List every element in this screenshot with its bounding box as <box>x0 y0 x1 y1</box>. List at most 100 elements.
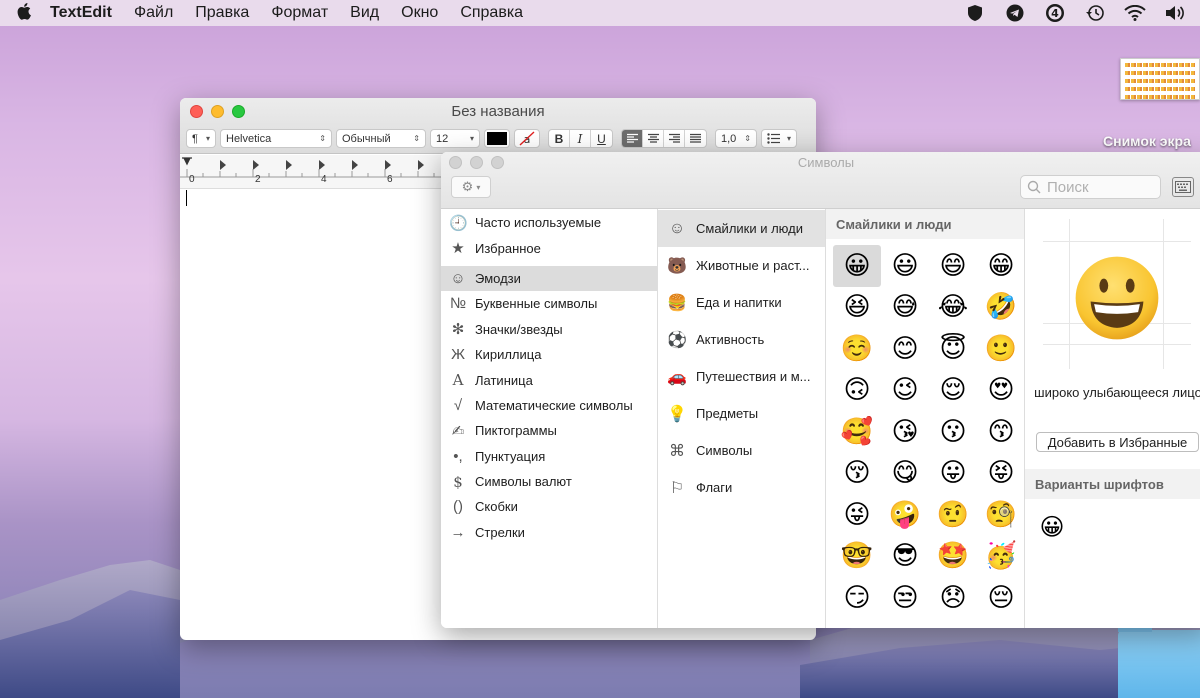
align-center-button[interactable] <box>643 130 664 147</box>
emoji-cell[interactable]: 🙂 <box>977 328 1025 370</box>
emoji-cell[interactable]: 😞 <box>929 577 977 619</box>
volume-icon[interactable] <box>1164 2 1186 24</box>
emoji-cell[interactable]: 🥰 <box>833 411 881 453</box>
menu-format[interactable]: Формат <box>271 4 328 22</box>
emoji-cell[interactable]: 🤩 <box>929 536 977 578</box>
emoji-cell[interactable]: 🥳 <box>977 536 1025 578</box>
category-favorites[interactable]: ★ Избранное <box>441 235 657 260</box>
category-math[interactable]: √ Математические символы <box>441 393 657 418</box>
keyboard-viewer-button[interactable] <box>1172 177 1194 197</box>
font-size-combo[interactable]: 12 ▾ <box>430 129 480 148</box>
emoji-cell[interactable]: 😘 <box>881 411 929 453</box>
subcategory-activity[interactable]: ⚽ Активность <box>658 321 825 358</box>
subcategory-food[interactable]: 🍔 Еда и напитки <box>658 284 825 321</box>
emoji-cell[interactable]: 😌 <box>929 370 977 412</box>
asterisk-icon: ✻ <box>451 321 465 339</box>
emoji-cell[interactable]: 😙 <box>977 411 1025 453</box>
folder-icon[interactable] <box>1118 622 1200 698</box>
highlight-color-well[interactable]: a <box>514 129 540 148</box>
emoji-cell[interactable]: 😎 <box>881 536 929 578</box>
no-highlight-icon: a <box>519 131 535 146</box>
subcategory-smileys[interactable]: ☺ Смайлики и люди <box>658 210 825 247</box>
menu-window[interactable]: Окно <box>401 4 438 22</box>
telegram-icon[interactable] <box>1004 2 1026 24</box>
list-style-popup[interactable]: ▾ <box>761 129 797 148</box>
menu-file[interactable]: Файл <box>134 4 173 22</box>
subcategory-objects[interactable]: 💡 Предметы <box>658 395 825 432</box>
bold-button[interactable]: B <box>549 130 570 147</box>
align-right-button[interactable] <box>664 130 685 147</box>
emoji-cell[interactable]: 😉 <box>881 370 929 412</box>
emoji-cell[interactable]: 😄 <box>929 245 977 287</box>
category-frequent[interactable]: 🕘 Часто используемые <box>441 210 657 235</box>
subcategory-travel[interactable]: 🚗 Путешествия и м... <box>658 358 825 395</box>
emoji-cell[interactable]: 😃 <box>881 245 929 287</box>
category-latin[interactable]: A Латиница <box>441 367 657 392</box>
add-to-favorites-button[interactable]: Добавить в Избранные <box>1036 432 1199 452</box>
emoji-cell[interactable]: 🧐 <box>977 494 1025 536</box>
emoji-cell[interactable]: 😍 <box>977 370 1025 412</box>
category-punctuation[interactable]: •, Пунктуация <box>441 444 657 469</box>
emoji-cell[interactable]: 😀 <box>833 245 881 287</box>
emoji-cell[interactable]: 😗 <box>929 411 977 453</box>
time-machine-icon[interactable] <box>1084 2 1106 24</box>
action-menu-button[interactable]: ⚙ ▾ <box>451 176 491 198</box>
font-variant-item[interactable]: 😀 <box>1037 512 1067 542</box>
characters-titlebar[interactable]: Символы ⚙ ▾ Поиск <box>441 152 1200 209</box>
screenshot-label[interactable]: Снимок экра <box>1103 133 1191 149</box>
onepassword-icon[interactable]: 4 <box>1044 2 1066 24</box>
font-size-value: 12 <box>436 132 449 145</box>
category-stars[interactable]: ✻ Значки/звезды <box>441 317 657 342</box>
app-menu[interactable]: TextEdit <box>50 4 112 22</box>
line-spacing-popup[interactable]: 1,0 ⇕ <box>715 129 757 148</box>
emoji-cell[interactable]: 😒 <box>881 577 929 619</box>
emoji-cell[interactable]: 😆 <box>833 287 881 329</box>
emoji-cell[interactable]: 😂 <box>929 287 977 329</box>
category-arrows[interactable]: → Стрелки <box>441 520 657 545</box>
emoji-cell[interactable]: 😊 <box>881 328 929 370</box>
subcategory-animals[interactable]: 🐻 Животные и раст... <box>658 247 825 284</box>
textedit-titlebar[interactable]: Без названия ¶ ▾ Helvetica ⇕ Обычный ⇕ 12 ▾ … <box>180 98 816 154</box>
text-color-well[interactable] <box>484 129 510 148</box>
underline-button[interactable]: U <box>591 130 612 147</box>
align-left-button[interactable] <box>622 130 643 147</box>
screenshot-thumbnail[interactable] <box>1120 58 1200 100</box>
emoji-cell[interactable]: 😅 <box>881 287 929 329</box>
emoji-cell[interactable]: 😜 <box>833 494 881 536</box>
emoji-cell[interactable]: 🤓 <box>833 536 881 578</box>
italic-button[interactable]: I <box>570 130 591 147</box>
emoji-cell[interactable]: 😋 <box>881 453 929 495</box>
emoji-cell[interactable]: 😏 <box>833 577 881 619</box>
emoji-cell[interactable]: 😛 <box>929 453 977 495</box>
emoji-cell[interactable]: ☺️ <box>833 328 881 370</box>
category-emoji[interactable]: ☺ Эмодзи <box>441 265 657 292</box>
emoji-cell[interactable]: 🤪 <box>881 494 929 536</box>
apple-menu-icon[interactable] <box>0 2 50 25</box>
menu-view[interactable]: Вид <box>350 4 379 22</box>
search-field[interactable]: Поиск <box>1020 175 1161 199</box>
emoji-cell[interactable]: 😁 <box>977 245 1025 287</box>
category-letterlike[interactable]: № Буквенные символы <box>441 291 657 316</box>
font-style-popup[interactable]: Обычный ⇕ <box>336 129 426 148</box>
emoji-cell[interactable]: 😔 <box>977 577 1025 619</box>
menu-help[interactable]: Справка <box>460 4 523 22</box>
category-brackets[interactable]: () Скобки <box>441 494 657 519</box>
category-cyrillic[interactable]: Ж Кириллица <box>441 342 657 367</box>
category-label: Избранное <box>475 240 541 256</box>
emoji-cell[interactable]: 😚 <box>833 453 881 495</box>
subcategory-symbols[interactable]: ⌘ Символы <box>658 432 825 469</box>
menu-edit[interactable]: Правка <box>195 4 249 22</box>
wifi-icon[interactable] <box>1124 2 1146 24</box>
emoji-cell[interactable]: 🤣 <box>977 287 1025 329</box>
font-family-popup[interactable]: Helvetica ⇕ <box>220 129 332 148</box>
emoji-cell[interactable]: 😇 <box>929 328 977 370</box>
emoji-cell[interactable]: 😝 <box>977 453 1025 495</box>
paragraph-style-popup[interactable]: ¶ ▾ <box>186 129 216 148</box>
subcategory-flags[interactable]: ⚐ Флаги <box>658 469 825 506</box>
category-currency[interactable]: $ Символы валют <box>441 469 657 494</box>
justify-button[interactable] <box>685 130 706 147</box>
emoji-cell[interactable]: 🤨 <box>929 494 977 536</box>
category-pictographs[interactable]: ✍ Пиктограммы <box>441 418 657 443</box>
emoji-cell[interactable]: 🙃 <box>833 370 881 412</box>
shield-icon[interactable] <box>964 2 986 24</box>
